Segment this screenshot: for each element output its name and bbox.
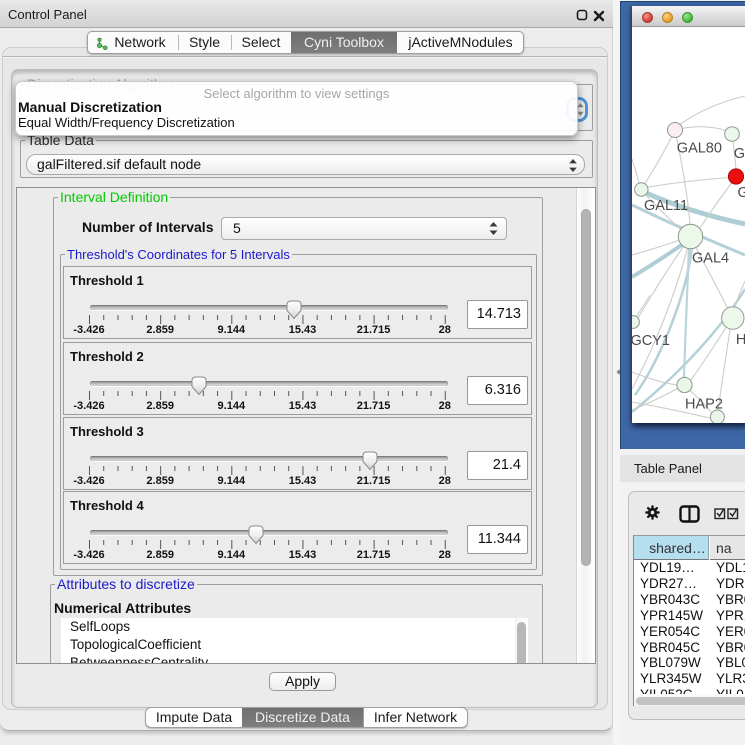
svg-text:GA: GA — [734, 146, 745, 162]
svg-text:HAP2: HAP2 — [685, 397, 723, 413]
svg-text:GCY1: GCY1 — [632, 333, 670, 349]
svg-text:G: G — [738, 185, 745, 201]
svg-text:GAL80: GAL80 — [677, 140, 722, 156]
svg-text:H: H — [736, 332, 745, 348]
svg-text:GAL11: GAL11 — [644, 198, 688, 214]
svg-text:GAL4: GAL4 — [692, 251, 729, 267]
